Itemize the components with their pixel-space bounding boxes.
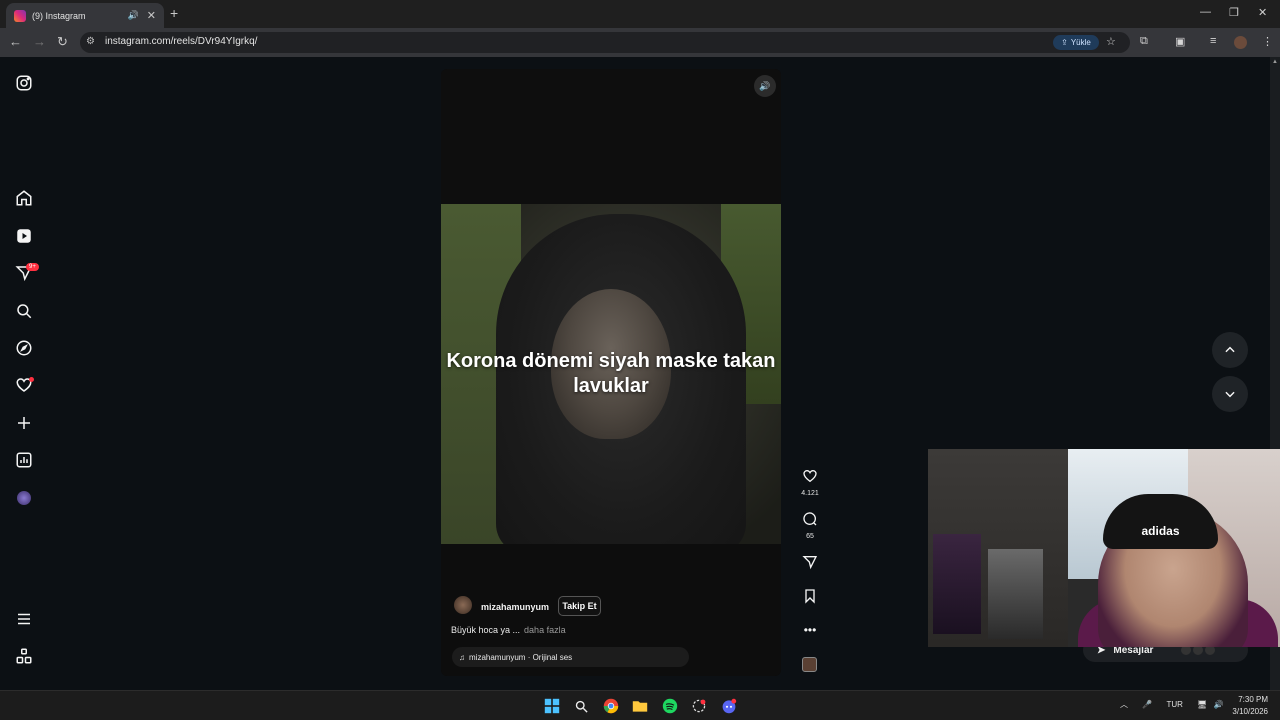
system-tray: ︿ 🎤 TUR 🖥 🔊	[1120, 699, 1223, 710]
tab-audio-icon[interactable]: 🔊	[128, 10, 139, 21]
extensions-icon[interactable]: ⧉	[1140, 35, 1148, 48]
browser-menu-icon[interactable]: ⋮	[1262, 35, 1273, 48]
home-icon[interactable]	[14, 188, 34, 208]
bookmark-star-icon[interactable]: ☆	[1106, 35, 1116, 48]
audio-thumbnail[interactable]	[802, 657, 817, 672]
split-view-icon[interactable]: ▣	[1175, 35, 1185, 48]
author-username[interactable]: mizahamunyum	[481, 602, 549, 612]
start-windows-icon[interactable]	[543, 697, 561, 715]
chevron-down-icon	[1225, 391, 1235, 398]
new-tab-button[interactable]: +	[170, 5, 178, 21]
reel-player[interactable]: 🔊 Korona dönemi siyah maske takan lavukl…	[441, 69, 781, 676]
reels-icon[interactable]	[14, 226, 34, 246]
chevron-up-icon	[1225, 346, 1235, 353]
tab-title: (9) Instagram	[32, 10, 86, 21]
spotify-icon[interactable]	[661, 697, 679, 715]
browser-toolbar: ← → ↻ ⚙ instagram.com/reels/DVr94YIgrkq/…	[0, 28, 1280, 57]
heart-icon	[803, 469, 817, 483]
time-text: 7:30 PM	[1238, 695, 1268, 704]
file-explorer-icon[interactable]	[631, 697, 649, 715]
comment-button[interactable]: 65	[800, 511, 820, 540]
forward-button[interactable]: →	[33, 34, 46, 49]
like-button[interactable]: 4.121	[800, 468, 820, 497]
sound-toggle-icon[interactable]: 🔊	[754, 75, 776, 97]
notification-dot	[29, 377, 34, 382]
windows-taskbar: ︿ 🎤 TUR 🖥 🔊 7:30 PM 3/10/2026	[0, 690, 1280, 720]
webcam-overlay: adidas	[928, 449, 1280, 647]
create-plus-icon[interactable]	[14, 413, 34, 433]
search-icon[interactable]	[572, 697, 590, 715]
date-text: 3/10/2026	[1232, 707, 1268, 716]
share-button[interactable]	[800, 554, 820, 575]
instagram-logo-icon[interactable]	[14, 73, 34, 93]
clock[interactable]: 7:30 PM 3/10/2026	[1224, 694, 1268, 718]
more-menu-icon[interactable]	[14, 609, 34, 629]
restore-button[interactable]: ❐	[1229, 6, 1239, 19]
audio-label: mizahamunyum · Orijinal ses	[469, 652, 573, 662]
instagram-favicon-icon	[14, 9, 26, 22]
reel-description: Büyük hoca ya ... daha fazla	[451, 625, 566, 635]
search-icon[interactable]	[14, 301, 34, 321]
sidebar-nav: 9+	[0, 57, 48, 690]
wall-poster	[988, 549, 1043, 639]
video-caption: Korona dönemi siyah maske takan lavuklar	[446, 350, 776, 397]
tab-instagram[interactable]: (9) Instagram 🔊 ✕	[6, 3, 164, 28]
dashboard-icon[interactable]	[14, 450, 34, 470]
comment-count: 65	[806, 533, 814, 540]
also-from-meta-icon[interactable]	[14, 646, 34, 666]
comment-icon	[803, 512, 817, 526]
explore-compass-icon[interactable]	[14, 338, 34, 358]
chrome-icon[interactable]	[602, 697, 620, 715]
minimize-button[interactable]: —	[1200, 6, 1211, 18]
discord-icon[interactable]	[720, 697, 738, 715]
reload-button[interactable]: ↻	[57, 34, 68, 50]
reading-list-icon[interactable]: ≡	[1210, 35, 1216, 47]
share-icon	[802, 556, 818, 570]
upload-button[interactable]: ⇪ Yükle	[1053, 35, 1099, 50]
next-reel-button[interactable]	[1212, 376, 1248, 412]
tab-close-icon[interactable]: ✕	[147, 9, 156, 22]
messages-badge: 9+	[26, 263, 39, 271]
profile-avatar-icon[interactable]	[14, 488, 34, 508]
address-bar[interactable]: ⚙ instagram.com/reels/DVr94YIgrkq/ ⇪ Yük…	[80, 32, 1130, 53]
more-options-icon[interactable]: •••	[800, 623, 820, 637]
back-button[interactable]: ←	[9, 34, 22, 49]
close-window-button[interactable]: ✕	[1258, 6, 1267, 19]
more-link[interactable]: daha fazla	[524, 625, 566, 635]
music-note-icon: ♫	[459, 652, 465, 662]
save-button[interactable]	[800, 588, 820, 609]
browser-tab-strip: (9) Instagram 🔊 ✕ + — ❐ ✕	[0, 0, 1280, 28]
follow-button[interactable]: Takip Et	[558, 596, 601, 616]
reel-top-area	[441, 69, 781, 204]
language-indicator[interactable]: TUR	[1166, 700, 1182, 709]
like-count: 4.121	[801, 490, 819, 497]
site-info-icon[interactable]: ⚙	[86, 36, 95, 47]
tray-expand-icon[interactable]: ︿	[1120, 700, 1128, 709]
microphone-icon[interactable]: 🎤	[1142, 700, 1152, 709]
app-icon[interactable]	[690, 697, 708, 715]
upload-icon: ⇪	[1061, 38, 1068, 47]
scroll-up-arrow-icon[interactable]: ▲	[1272, 59, 1278, 65]
audio-info[interactable]: ♫ mizahamunyum · Orijinal ses	[452, 647, 689, 667]
author-avatar[interactable]	[454, 596, 472, 614]
network-icon[interactable]: 🖥	[1197, 700, 1207, 709]
volume-icon[interactable]: 🔊	[1214, 700, 1224, 709]
wall-poster	[933, 534, 981, 634]
url-text: instagram.com/reels/DVr94YIgrkq/	[105, 36, 258, 47]
reel-video-frame[interactable]: Korona dönemi siyah maske takan lavuklar	[441, 204, 781, 544]
profile-avatar[interactable]	[1234, 36, 1247, 49]
bookmark-icon	[805, 589, 815, 604]
previous-reel-button[interactable]	[1212, 332, 1248, 368]
